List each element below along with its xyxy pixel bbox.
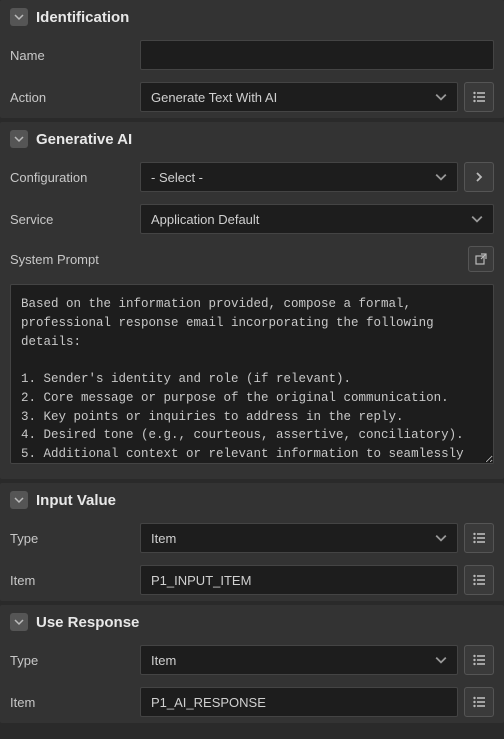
section-title: Identification — [36, 9, 129, 26]
response-item-field[interactable] — [140, 687, 458, 717]
chevron-down-icon — [435, 171, 447, 183]
collapse-icon[interactable] — [10, 491, 28, 509]
chevron-down-icon — [435, 654, 447, 666]
label-item: Item — [10, 695, 130, 710]
input-type-list-button[interactable] — [464, 523, 494, 553]
section-header-identification[interactable]: Identification — [0, 0, 504, 34]
row-system-prompt-header: System Prompt — [0, 240, 504, 278]
action-select[interactable]: Generate Text With AI — [140, 82, 458, 112]
label-item: Item — [10, 573, 130, 588]
collapse-icon[interactable] — [10, 8, 28, 26]
row-name: Name — [0, 34, 504, 76]
label-configuration: Configuration — [10, 170, 130, 185]
system-prompt-textarea[interactable] — [10, 284, 494, 464]
expand-editor-button[interactable] — [468, 246, 494, 272]
label-type: Type — [10, 653, 130, 668]
section-generative-ai: Generative AI Configuration - Select - S… — [0, 122, 504, 479]
label-type: Type — [10, 531, 130, 546]
input-item-list-button[interactable] — [464, 565, 494, 595]
row-service: Service Application Default — [0, 198, 504, 240]
section-header-generative-ai[interactable]: Generative AI — [0, 122, 504, 156]
service-select-value: Application Default — [151, 212, 471, 227]
configuration-go-button[interactable] — [464, 162, 494, 192]
row-configuration: Configuration - Select - — [0, 156, 504, 198]
section-header-use-response[interactable]: Use Response — [0, 605, 504, 639]
row-input-item: Item — [0, 559, 504, 601]
name-input[interactable] — [140, 40, 494, 70]
section-input-value: Input Value Type Item Item — [0, 483, 504, 601]
section-title: Input Value — [36, 492, 116, 509]
response-type-select[interactable]: Item — [140, 645, 458, 675]
label-action: Action — [10, 90, 130, 105]
input-type-select-value: Item — [151, 531, 435, 546]
response-item-list-button[interactable] — [464, 687, 494, 717]
service-select[interactable]: Application Default — [140, 204, 494, 234]
action-select-value: Generate Text With AI — [151, 90, 435, 105]
row-input-type: Type Item — [0, 517, 504, 559]
response-type-list-button[interactable] — [464, 645, 494, 675]
configuration-select-value: - Select - — [151, 170, 435, 185]
action-list-button[interactable] — [464, 82, 494, 112]
chevron-down-icon — [435, 532, 447, 544]
section-header-input-value[interactable]: Input Value — [0, 483, 504, 517]
section-title: Generative AI — [36, 131, 132, 148]
collapse-icon[interactable] — [10, 613, 28, 631]
label-service: Service — [10, 212, 130, 227]
row-response-item: Item — [0, 681, 504, 723]
configuration-select[interactable]: - Select - — [140, 162, 458, 192]
label-system-prompt: System Prompt — [10, 252, 99, 267]
section-use-response: Use Response Type Item Item — [0, 605, 504, 723]
chevron-down-icon — [471, 213, 483, 225]
section-identification: Identification Name Action Generate Text… — [0, 0, 504, 118]
response-type-select-value: Item — [151, 653, 435, 668]
row-action: Action Generate Text With AI — [0, 76, 504, 118]
collapse-icon[interactable] — [10, 130, 28, 148]
chevron-down-icon — [435, 91, 447, 103]
input-type-select[interactable]: Item — [140, 523, 458, 553]
section-title: Use Response — [36, 614, 139, 631]
label-name: Name — [10, 48, 130, 63]
row-response-type: Type Item — [0, 639, 504, 681]
input-item-field[interactable] — [140, 565, 458, 595]
